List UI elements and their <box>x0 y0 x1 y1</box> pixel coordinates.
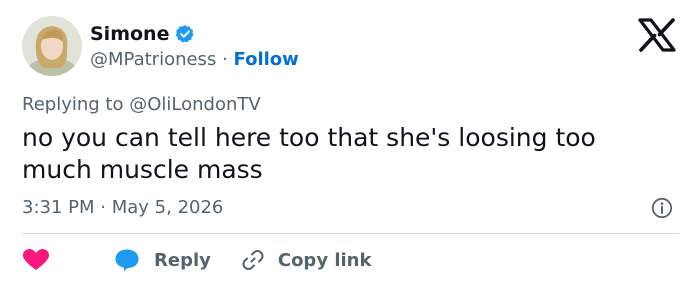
reply-label[interactable]: Reply <box>154 250 211 271</box>
tweet-date[interactable]: May 5, 2026 <box>112 197 224 218</box>
tweet-timestamp[interactable]: 3:31 PM · May 5, 2026 <box>22 196 223 220</box>
link-icon <box>242 250 264 270</box>
reply-button[interactable]: Reply <box>50 248 211 272</box>
timestamp-separator: · <box>100 197 106 218</box>
avatar-image <box>22 16 82 76</box>
tweet-text: no you can tell here too that she's loos… <box>22 123 596 184</box>
author-handle-row: @MPatrioness · Follow <box>90 48 299 72</box>
copy-link-label[interactable]: Copy link <box>278 250 372 271</box>
info-icon[interactable] <box>651 197 673 219</box>
verified-badge-icon <box>176 25 195 43</box>
like-button[interactable] <box>22 248 50 272</box>
heart-icon <box>23 249 49 270</box>
tweet-time[interactable]: 3:31 PM <box>22 197 95 218</box>
author-handle[interactable]: @MPatrioness <box>90 49 216 70</box>
copy-link-button[interactable]: Copy link <box>211 248 372 272</box>
action-bar: Reply Copy link <box>22 245 371 275</box>
replying-to: Replying to @OliLondonTV <box>22 93 261 117</box>
follow-button[interactable]: Follow <box>234 49 299 70</box>
author-name-row[interactable]: Simone <box>90 22 195 46</box>
speech-bubble-icon <box>115 249 139 271</box>
x-logo-icon[interactable] <box>637 18 677 52</box>
author-display-name[interactable]: Simone <box>90 22 169 46</box>
avatar[interactable] <box>22 16 82 76</box>
divider <box>22 233 679 234</box>
replying-to-prefix: Replying to <box>22 94 124 115</box>
replying-to-mention[interactable]: @OliLondonTV <box>129 94 260 115</box>
handle-separator: · <box>222 49 228 70</box>
